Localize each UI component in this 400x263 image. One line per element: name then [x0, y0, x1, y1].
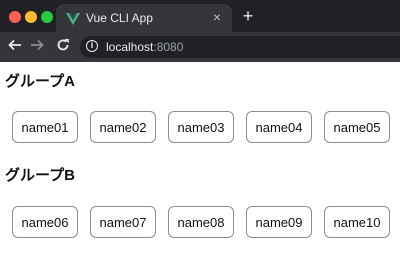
name09-button[interactable]: name09: [246, 206, 312, 238]
name06-button[interactable]: name06: [12, 206, 78, 238]
group-a-buttons: name01 name02 name03 name04 name05: [12, 111, 390, 143]
reload-icon[interactable]: [54, 38, 72, 56]
tab-close-icon[interactable]: ×: [210, 10, 224, 24]
url-text[interactable]: localhost:8080: [106, 40, 183, 54]
vue-logo-icon: [66, 12, 80, 25]
name08-button[interactable]: name08: [168, 206, 234, 238]
tab-title: Vue CLI App: [86, 11, 153, 25]
close-window-icon[interactable]: [9, 11, 21, 23]
url-port: :8080: [153, 40, 184, 54]
new-tab-icon[interactable]: +: [240, 7, 256, 25]
address-bar[interactable]: i localhost:8080: [80, 36, 400, 58]
name03-button[interactable]: name03: [168, 111, 234, 143]
maximize-window-icon[interactable]: [41, 11, 53, 23]
name01-button[interactable]: name01: [12, 111, 78, 143]
group-b-buttons: name06 name07 name08 name09 name10: [12, 206, 390, 238]
minimize-window-icon[interactable]: [25, 11, 37, 23]
name04-button[interactable]: name04: [246, 111, 312, 143]
url-host: localhost: [106, 40, 154, 54]
title-bar: Vue CLI App × +: [0, 0, 400, 32]
info-icon[interactable]: i: [86, 40, 98, 52]
group-b-heading: グループB: [5, 167, 75, 184]
browser-chrome: Vue CLI App × + i localhost:8080: [0, 0, 400, 62]
name02-button[interactable]: name02: [90, 111, 156, 143]
name05-button[interactable]: name05: [324, 111, 390, 143]
name07-button[interactable]: name07: [90, 206, 156, 238]
forward-icon[interactable]: [28, 38, 46, 56]
browser-tab[interactable]: Vue CLI App ×: [56, 4, 232, 32]
name10-button[interactable]: name10: [324, 206, 390, 238]
page-content: グループA name01 name02 name03 name04 name05…: [0, 62, 400, 263]
group-a-heading: グループA: [5, 73, 75, 90]
back-icon[interactable]: [6, 38, 24, 56]
browser-toolbar: i localhost:8080: [0, 32, 400, 62]
